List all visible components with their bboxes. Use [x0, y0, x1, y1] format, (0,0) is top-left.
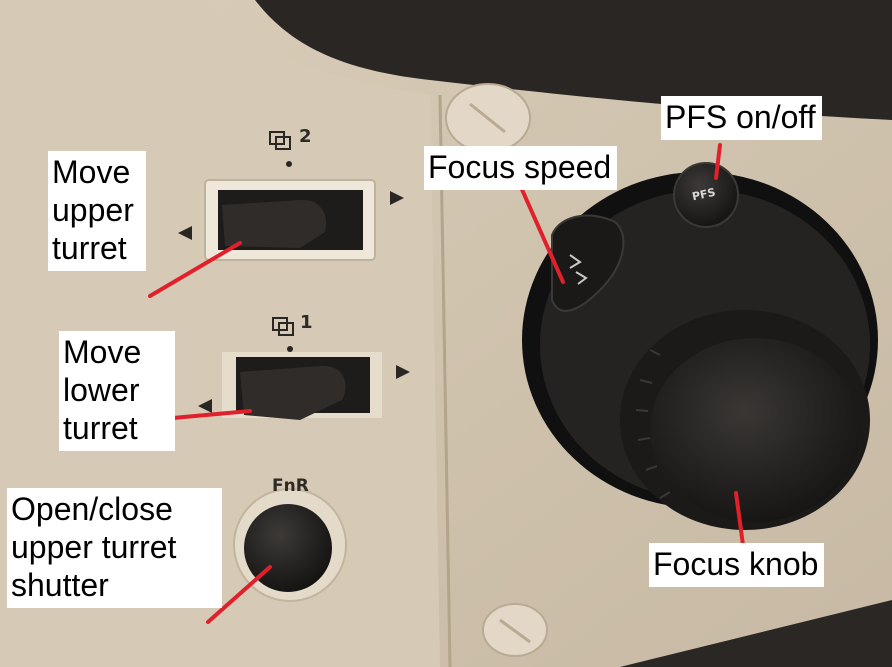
- label-pfs-line: PFS on/off: [665, 99, 816, 135]
- label-lower-turret-line: lower: [63, 372, 140, 408]
- label-lower-turret-line: turret: [63, 410, 138, 446]
- label-upper-turret-line: turret: [52, 230, 127, 266]
- label-focus-knob-line: Focus knob: [653, 546, 819, 582]
- label-focus-speed-line: Focus speed: [428, 149, 612, 185]
- label-upper-turret-line: Move: [52, 154, 131, 190]
- label-upper-turret-line: upper: [52, 192, 134, 228]
- label-shutter-line: shutter: [11, 567, 109, 603]
- label-focus-speed: Focus speed: [424, 146, 618, 190]
- label-lower-turret-line: Move: [63, 334, 142, 370]
- upper-turret-index: 2: [299, 126, 312, 147]
- fnr-marking: FnR: [272, 476, 309, 496]
- label-focus-knob: Focus knob: [649, 543, 825, 587]
- label-pfs: PFS on/off: [661, 96, 822, 140]
- indicator-dot: [287, 346, 293, 352]
- indicator-dot: [286, 161, 292, 167]
- label-shutter: Open/close upper turret shutter: [7, 488, 222, 608]
- label-shutter-line: upper turret: [11, 529, 177, 565]
- upper-turret-lever[interactable]: [222, 199, 327, 248]
- focus-knob[interactable]: [650, 338, 860, 522]
- lower-turret-index: 1: [300, 312, 313, 333]
- label-shutter-line: Open/close: [11, 491, 173, 527]
- label-lower-turret: Move lower turret: [59, 331, 175, 451]
- label-upper-turret: Move upper turret: [48, 151, 146, 271]
